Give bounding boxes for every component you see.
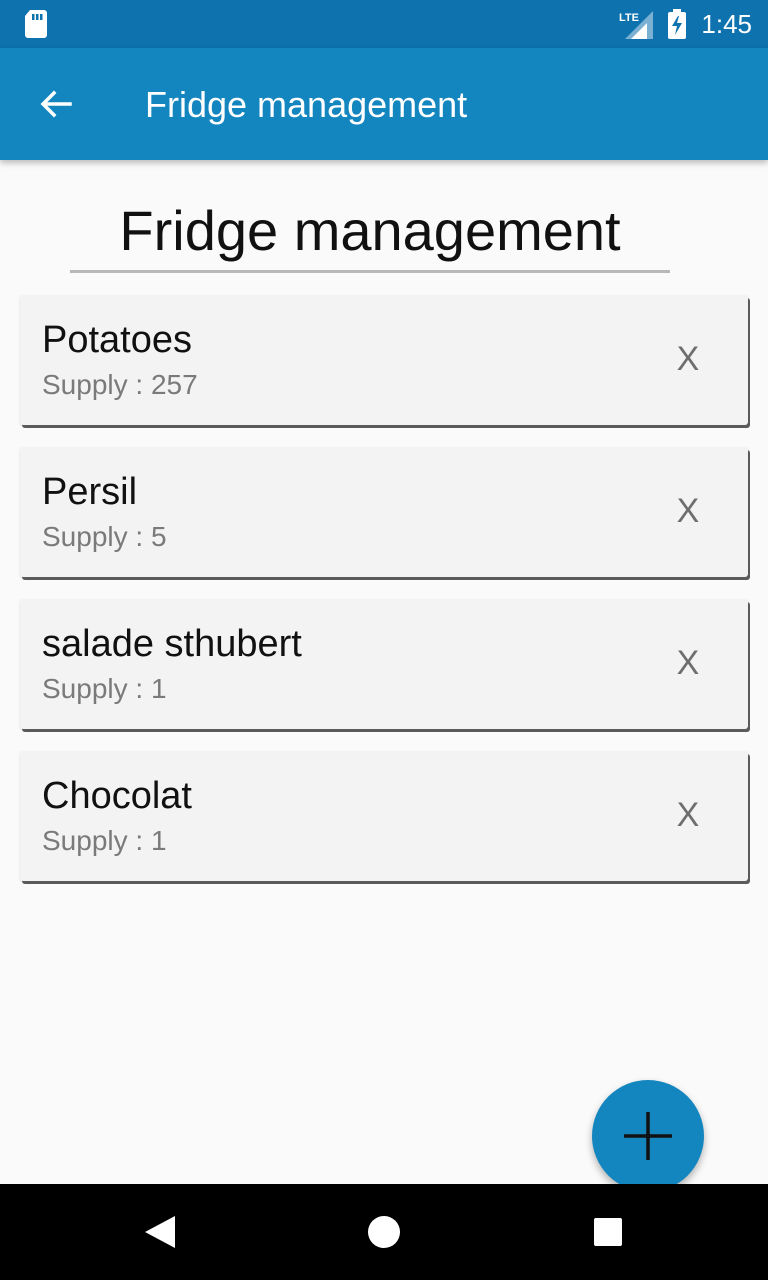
supply-value: 5 [150, 521, 167, 552]
home-circle-icon [368, 1216, 400, 1248]
supply-value: 257 [150, 369, 198, 400]
item-supply: Supply : 5 [42, 521, 167, 553]
list-item[interactable]: Potatoes Supply : 257 X [20, 295, 748, 425]
nav-home-button[interactable] [358, 1206, 410, 1258]
supply-label: Supply : [42, 369, 151, 400]
item-supply: Supply : 257 [42, 369, 198, 401]
item-name: salade sthubert [42, 623, 302, 665]
back-triangle-icon [145, 1216, 175, 1248]
navigation-bar [0, 1184, 768, 1280]
battery-charging-icon [668, 9, 687, 39]
lte-signal-icon: LTE [619, 11, 654, 39]
item-supply: Supply : 1 [42, 825, 167, 857]
supply-label: Supply : [42, 825, 151, 856]
status-time: 1:45 [701, 8, 752, 39]
supply-label: Supply : [42, 521, 151, 552]
list-item[interactable]: salade sthubert Supply : 1 X [20, 599, 748, 729]
app-title: Fridge management [145, 84, 468, 125]
nav-back-button[interactable] [134, 1206, 186, 1258]
item-name: Persil [42, 471, 138, 513]
list-item[interactable]: Persil Supply : 5 X [20, 447, 748, 577]
delete-button[interactable]: X [664, 639, 712, 687]
heading-underline [70, 270, 670, 273]
supply-value: 1 [150, 673, 167, 704]
list-item[interactable]: Chocolat Supply : 1 X [20, 751, 748, 881]
supply-value: 1 [150, 825, 167, 856]
item-name: Potatoes [42, 319, 192, 361]
page-heading: Fridge management [119, 199, 621, 262]
status-bar: LTE 1:45 [0, 0, 768, 48]
network-type: LTE [619, 12, 639, 24]
nav-recents-button[interactable] [582, 1206, 634, 1258]
fridge-item-list: Potatoes Supply : 257 X Persil Supply : … [20, 295, 748, 903]
item-supply: Supply : 1 [42, 673, 167, 705]
plus-icon [624, 1112, 672, 1160]
back-button[interactable] [28, 76, 84, 132]
sd-card-icon [25, 10, 47, 38]
delete-button[interactable]: X [664, 335, 712, 383]
arrow-back-icon [40, 90, 72, 118]
add-item-button[interactable] [592, 1080, 704, 1192]
delete-button[interactable]: X [664, 791, 712, 839]
supply-label: Supply : [42, 673, 151, 704]
delete-button[interactable]: X [664, 487, 712, 535]
app-bar: Fridge management [0, 48, 768, 160]
item-name: Chocolat [42, 775, 192, 817]
recents-square-icon [594, 1218, 622, 1246]
